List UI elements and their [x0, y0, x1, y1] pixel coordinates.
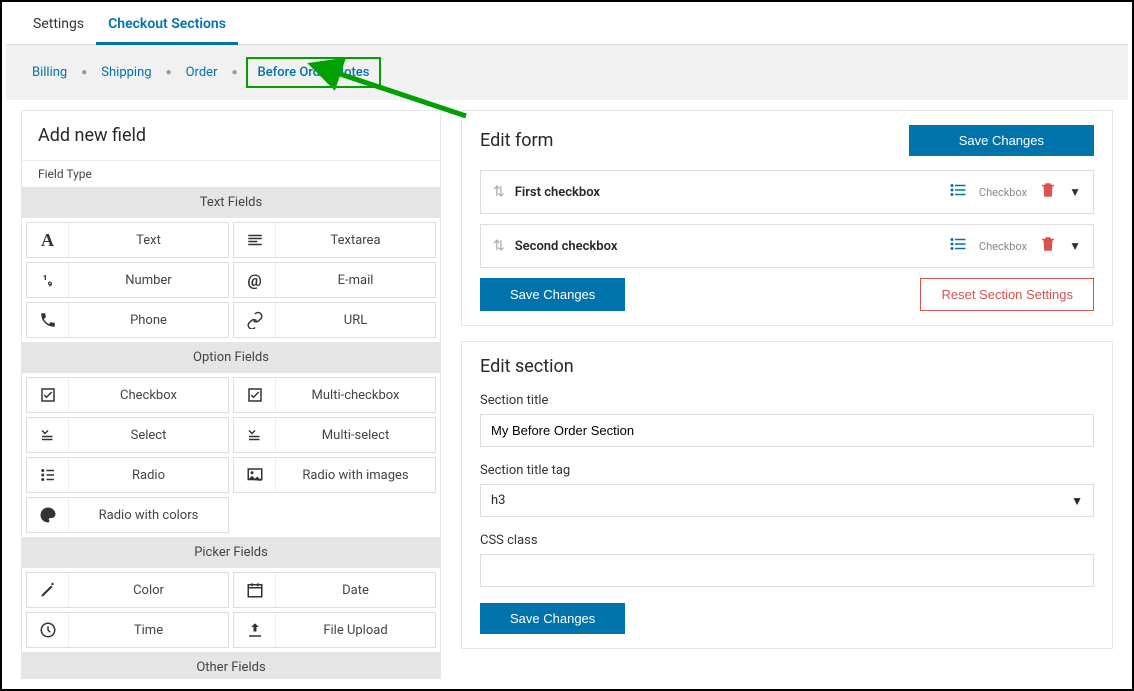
select-icon	[27, 418, 69, 452]
field-radioimages[interactable]: Radio with images	[233, 457, 436, 493]
subtab-shipping[interactable]: Shipping	[95, 61, 157, 84]
edit-form-title: Edit form	[480, 130, 553, 151]
section-title-label: Section title	[480, 393, 1094, 408]
subtab-before-order-notes[interactable]: Before Order Notes	[246, 57, 382, 88]
separator: ●	[81, 67, 87, 78]
field-multicheckbox[interactable]: Multi-checkbox	[233, 377, 436, 413]
field-fileupload[interactable]: File Upload	[233, 612, 436, 648]
field-color[interactable]: Color	[26, 572, 229, 608]
time-icon	[27, 613, 69, 647]
text-icon: A	[27, 223, 69, 257]
field-text[interactable]: AText	[26, 222, 229, 258]
form-item-name: First checkbox	[515, 185, 949, 200]
radioimages-icon	[234, 458, 276, 492]
field-number[interactable]: ¹₉Number	[26, 262, 229, 298]
field-phone[interactable]: Phone	[26, 302, 229, 338]
group-other-fields: Other Fields	[22, 652, 440, 679]
field-radiocolors[interactable]: Radio with colors	[26, 497, 229, 533]
field-select[interactable]: Select	[26, 417, 229, 453]
field-email[interactable]: @E-mail	[233, 262, 436, 298]
textarea-icon	[234, 223, 276, 257]
fileupload-icon	[234, 613, 276, 647]
section-tag-select[interactable]: h3 ▼	[480, 484, 1094, 517]
radio-icon	[27, 458, 69, 492]
expand-caret-icon[interactable]: ▼	[1069, 185, 1081, 199]
field-radio[interactable]: Radio	[26, 457, 229, 493]
list-icon[interactable]	[949, 181, 967, 203]
add-field-title: Add new field	[22, 111, 440, 160]
section-title-input[interactable]	[480, 414, 1094, 447]
phone-icon	[27, 303, 69, 337]
save-section-button[interactable]: Save Changes	[480, 603, 625, 634]
drag-handle-icon[interactable]: ⇅	[493, 238, 505, 254]
edit-section-title: Edit section	[480, 356, 1094, 377]
field-type-badge: Checkbox	[979, 240, 1027, 253]
group-text-fields: Text Fields	[22, 187, 440, 218]
trash-icon[interactable]	[1039, 235, 1057, 257]
field-url[interactable]: URL	[233, 302, 436, 338]
css-class-input[interactable]	[480, 554, 1094, 587]
reset-section-button[interactable]: Reset Section Settings	[920, 278, 1094, 311]
form-item-name: Second checkbox	[515, 239, 949, 254]
email-icon: @	[234, 263, 276, 297]
field-multiselect[interactable]: Multi-select	[233, 417, 436, 453]
form-item-row[interactable]: ⇅ First checkbox Checkbox ▼	[480, 170, 1094, 214]
chevron-down-icon: ▼	[1071, 494, 1083, 508]
save-changes-button[interactable]: Save Changes	[480, 278, 625, 311]
field-time[interactable]: Time	[26, 612, 229, 648]
group-option-fields: Option Fields	[22, 342, 440, 373]
section-tag-label: Section title tag	[480, 463, 1094, 478]
tab-checkout-sections[interactable]: Checkout Sections	[96, 6, 238, 45]
number-icon: ¹₉	[27, 263, 69, 297]
field-checkbox[interactable]: Checkbox	[26, 377, 229, 413]
url-icon	[234, 303, 276, 337]
group-picker-fields: Picker Fields	[22, 537, 440, 568]
radiocolors-icon	[27, 498, 69, 532]
field-type-label: Field Type	[22, 160, 440, 187]
css-class-label: CSS class	[480, 533, 1094, 548]
section-tag-value: h3	[491, 493, 505, 508]
list-icon[interactable]	[949, 235, 967, 257]
subtab-order[interactable]: Order	[180, 61, 224, 84]
field-date[interactable]: Date	[233, 572, 436, 608]
separator: ●	[166, 67, 172, 78]
separator: ●	[231, 67, 237, 78]
form-item-row[interactable]: ⇅ Second checkbox Checkbox ▼	[480, 224, 1094, 268]
save-changes-top-button[interactable]: Save Changes	[909, 125, 1094, 156]
date-icon	[234, 573, 276, 607]
subtab-billing[interactable]: Billing	[26, 61, 73, 84]
field-type-badge: Checkbox	[979, 186, 1027, 199]
drag-handle-icon[interactable]: ⇅	[493, 184, 505, 200]
multiselect-icon	[234, 418, 276, 452]
field-textarea[interactable]: Textarea	[233, 222, 436, 258]
expand-caret-icon[interactable]: ▼	[1069, 239, 1081, 253]
checkbox-icon	[27, 378, 69, 412]
trash-icon[interactable]	[1039, 181, 1057, 203]
tab-settings[interactable]: Settings	[21, 6, 96, 44]
multicheckbox-icon	[234, 378, 276, 412]
color-icon	[27, 573, 69, 607]
